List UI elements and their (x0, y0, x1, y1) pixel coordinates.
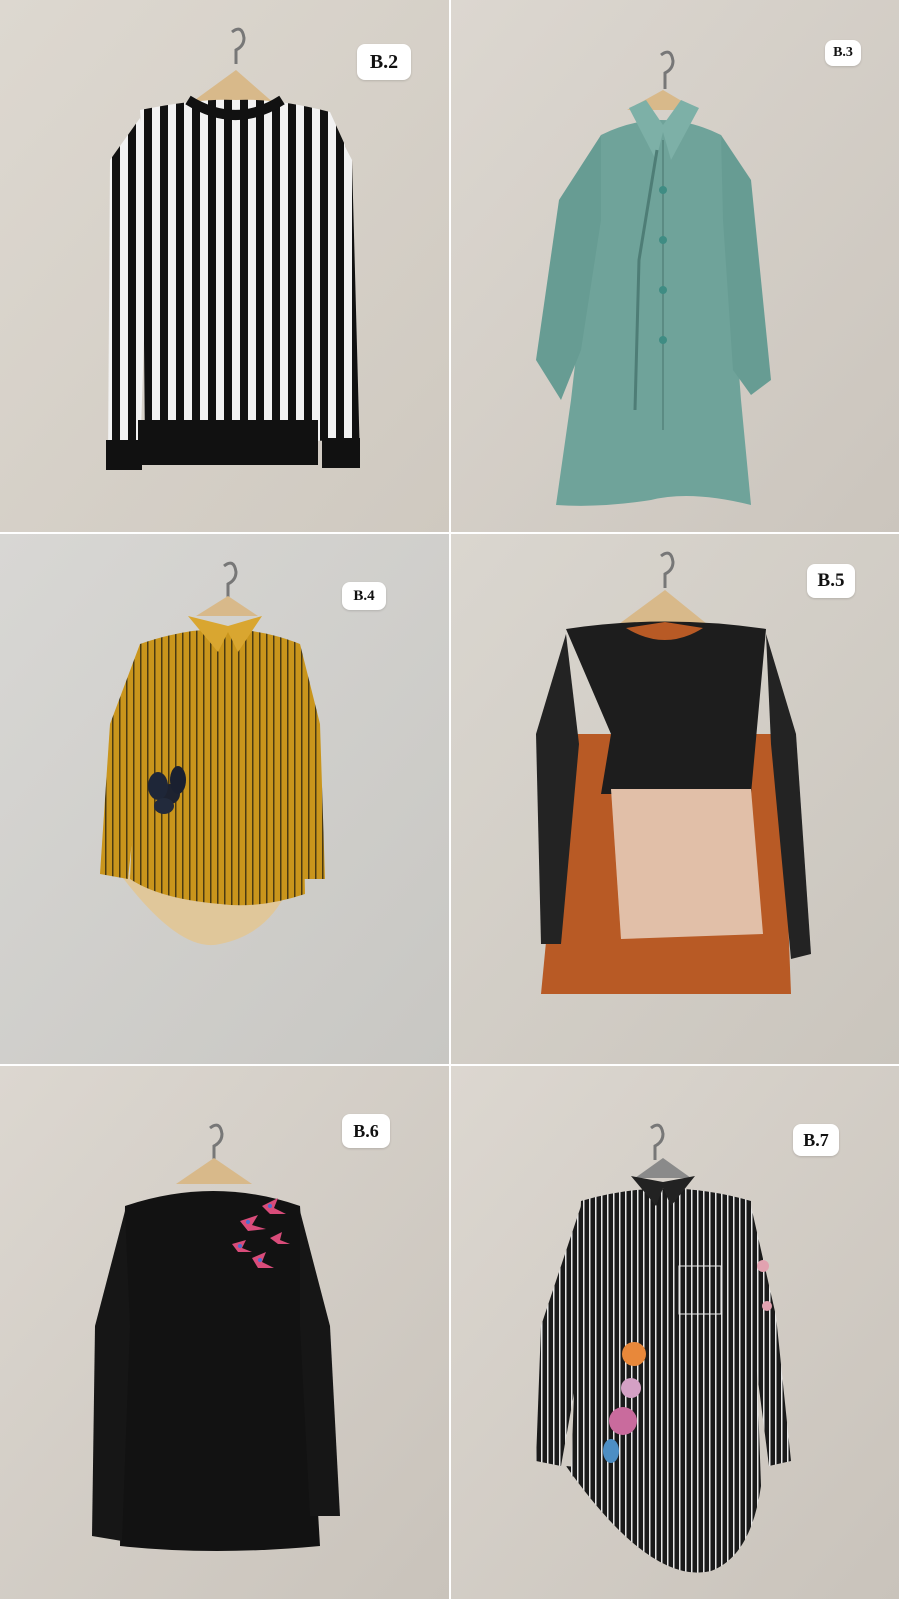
item-label-b6: B.6 (342, 1114, 390, 1148)
photo-panel-b6[interactable]: B.6 (0, 1066, 449, 1599)
colorblock-blouse-image (451, 534, 899, 1064)
product-photo-grid: B.2 B.3 B.4 B.5 B.6 B.7 (0, 0, 899, 1599)
item-label-b5: B.5 (807, 564, 855, 598)
photo-panel-b7[interactable]: B.7 (451, 1066, 899, 1599)
item-label-b2: B.2 (357, 44, 411, 80)
mustard-shirt-image (0, 534, 449, 1064)
photo-panel-b5[interactable]: B.5 (451, 534, 899, 1064)
photo-panel-b4[interactable]: B.4 (0, 534, 449, 1064)
photo-panel-b3[interactable]: B.3 (451, 0, 899, 532)
photo-panel-b2[interactable]: B.2 (0, 0, 449, 532)
item-label-b4: B.4 (342, 582, 386, 610)
item-label-b7: B.7 (793, 1124, 839, 1156)
item-label-b3: B.3 (825, 40, 861, 66)
green-tunic-image (451, 0, 899, 532)
